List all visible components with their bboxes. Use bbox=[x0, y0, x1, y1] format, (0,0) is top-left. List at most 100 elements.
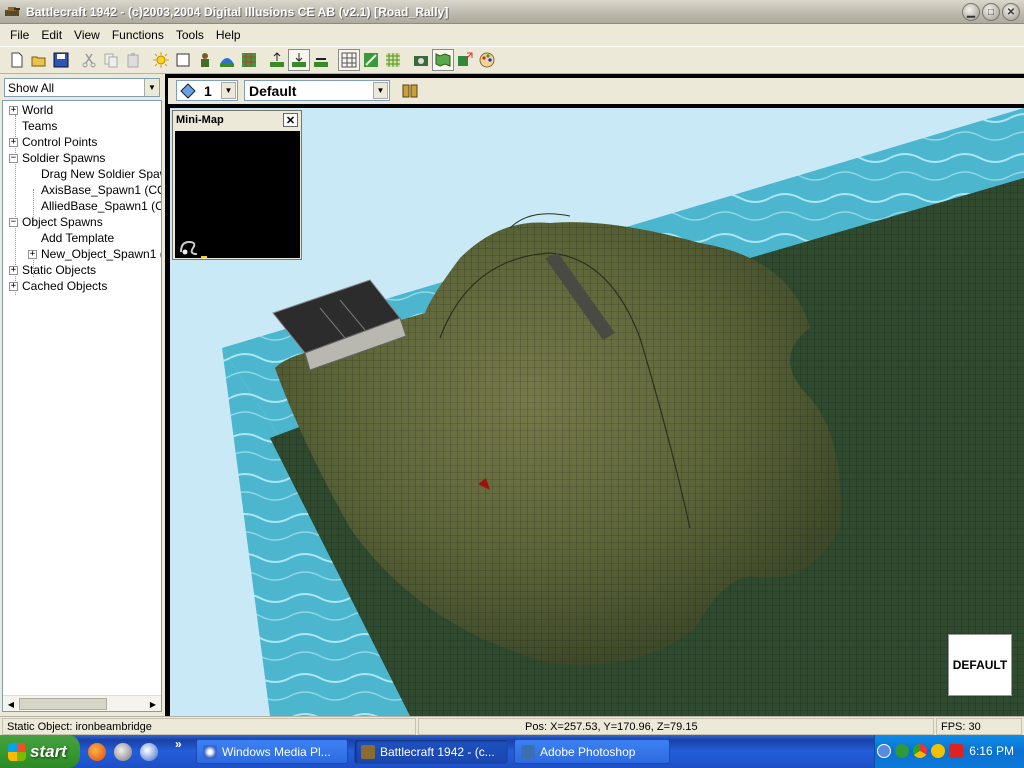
expand-icon[interactable]: + bbox=[28, 249, 37, 259]
camera-icon[interactable] bbox=[410, 49, 432, 71]
tree-horizontal-scrollbar[interactable]: ◀ ▶ bbox=[3, 695, 161, 711]
layer-value: 1 bbox=[204, 83, 212, 99]
cut-icon[interactable] bbox=[78, 49, 100, 71]
taskbar-item-label: Windows Media Pl... bbox=[222, 744, 331, 759]
terrain-raise-icon[interactable] bbox=[266, 49, 288, 71]
palette-icon[interactable] bbox=[476, 49, 498, 71]
menu-edit[interactable]: Edit bbox=[35, 28, 68, 42]
menu-help[interactable]: Help bbox=[210, 28, 247, 42]
menu-bar: File Edit View Functions Tools Help bbox=[0, 24, 1024, 46]
tree-item-static-objects[interactable]: + Static Objects bbox=[9, 262, 96, 278]
taskbar-item-windows-media-player[interactable]: Windows Media Pl... bbox=[196, 739, 348, 764]
chevron-down-icon[interactable]: ▼ bbox=[221, 82, 236, 99]
chrome-icon[interactable] bbox=[913, 744, 927, 758]
tree-item-soldier-spawns[interactable]: − Soldier Spawns bbox=[9, 150, 105, 166]
tree-filter-value: Show All bbox=[8, 80, 55, 95]
menu-view[interactable]: View bbox=[68, 28, 106, 42]
sky-icon[interactable] bbox=[216, 49, 238, 71]
maximize-button[interactable]: □ bbox=[982, 3, 1000, 21]
menu-file[interactable]: File bbox=[4, 28, 35, 42]
start-button[interactable]: start bbox=[0, 735, 80, 768]
start-label: start bbox=[30, 741, 67, 761]
preset-value: Default bbox=[249, 82, 297, 99]
tree-item-add-template[interactable]: Add Template bbox=[41, 230, 114, 246]
tree-item-object-spawns[interactable]: − Object Spawns bbox=[9, 214, 103, 230]
clock[interactable]: 6:16 PM bbox=[969, 744, 1014, 758]
minimize-button[interactable]: ▁ bbox=[962, 3, 980, 21]
copy-icon[interactable] bbox=[100, 49, 122, 71]
scene-tree-panel: Show All ▼ + World Teams + Control Point… bbox=[0, 74, 165, 716]
tree-filter-select[interactable]: Show All ▼ bbox=[4, 78, 160, 97]
expand-icon[interactable]: + bbox=[9, 265, 18, 275]
menu-functions[interactable]: Functions bbox=[106, 28, 170, 42]
tree-item-drag-new-soldier-spawn[interactable]: Drag New Soldier Spaw bbox=[41, 166, 162, 182]
chevron-down-icon[interactable]: ▼ bbox=[144, 79, 159, 96]
soldier-icon[interactable] bbox=[194, 49, 216, 71]
expand-icon[interactable]: + bbox=[9, 105, 18, 115]
status-position: Pos: X=257.53, Y=170.96, Z=79.15 bbox=[418, 718, 934, 735]
tree-item-teams[interactable]: Teams bbox=[22, 118, 57, 134]
battlecraft-app-icon bbox=[361, 744, 375, 759]
taskbar-item-adobe-photoshop[interactable]: Adobe Photoshop bbox=[514, 739, 670, 764]
tree-item-alliedbase-spawn1[interactable]: AlliedBase_Spawn1 (CQ bbox=[41, 198, 161, 214]
minimap-canvas[interactable] bbox=[175, 131, 300, 258]
tree-item-label: New_Object_Spawn1 (C bbox=[41, 247, 162, 261]
grid-color-icon[interactable] bbox=[238, 49, 260, 71]
tree-item-label: Drag New Soldier Spaw bbox=[41, 167, 162, 181]
status-selected-object: Static Object: ironbeambridge bbox=[2, 718, 416, 735]
scrollbar-thumb[interactable] bbox=[19, 698, 107, 710]
grid-fine-icon[interactable] bbox=[382, 49, 404, 71]
open-icon[interactable] bbox=[28, 49, 50, 71]
chevron-down-icon[interactable]: ▼ bbox=[373, 82, 388, 99]
layer-select[interactable]: 1 ▼ bbox=[176, 80, 238, 101]
collapse-icon[interactable]: − bbox=[9, 217, 18, 227]
zone-alarm-icon[interactable] bbox=[949, 744, 963, 758]
security-icon[interactable] bbox=[931, 744, 945, 758]
media-player-icon[interactable] bbox=[140, 743, 158, 761]
expand-icon[interactable]: + bbox=[9, 137, 18, 147]
tree-item-label: Static Objects bbox=[22, 263, 97, 277]
status-fps: FPS: 30 bbox=[936, 718, 1022, 735]
view-toolbar: 1 ▼ Default ▼ bbox=[168, 78, 1024, 104]
menu-tools[interactable]: Tools bbox=[170, 28, 210, 42]
save-icon[interactable] bbox=[50, 49, 72, 71]
scroll-left-icon[interactable]: ◀ bbox=[4, 697, 18, 711]
collapse-icon[interactable]: − bbox=[9, 153, 18, 163]
new-icon[interactable] bbox=[6, 49, 28, 71]
tree-item-axisbase-spawn1[interactable]: AxisBase_Spawn1 (CQ,1 bbox=[41, 182, 161, 198]
layer-icon bbox=[180, 83, 196, 99]
tray-expand-icon[interactable] bbox=[877, 744, 891, 758]
close-button[interactable]: ✕ bbox=[1002, 3, 1020, 21]
expand-icon[interactable]: + bbox=[9, 281, 18, 291]
terrain-flatten-icon[interactable] bbox=[310, 49, 332, 71]
system-tray: 6:16 PM bbox=[874, 735, 1024, 768]
paste-icon[interactable] bbox=[122, 49, 144, 71]
terrain-paint-icon[interactable] bbox=[360, 49, 382, 71]
firefox-icon[interactable] bbox=[88, 743, 106, 761]
book-icon[interactable] bbox=[400, 81, 420, 101]
taskbar-item-label: Adobe Photoshop bbox=[540, 744, 636, 759]
battlecraft-app-icon[interactable] bbox=[4, 4, 20, 20]
minimap-panel[interactable]: Mini-Map ✕ bbox=[172, 110, 302, 260]
tree-item-label: Control Points bbox=[22, 135, 98, 149]
scroll-right-icon[interactable]: ▶ bbox=[146, 697, 160, 711]
tree-item-control-points[interactable]: + Control Points bbox=[9, 134, 97, 150]
tree-item-new-object-spawn1[interactable]: + New_Object_Spawn1 (C bbox=[28, 246, 162, 262]
export-icon[interactable] bbox=[454, 49, 476, 71]
terrain-lower-icon[interactable] bbox=[288, 49, 310, 71]
sun-icon[interactable] bbox=[150, 49, 172, 71]
tree-item-world[interactable]: + World bbox=[9, 102, 53, 118]
box-icon[interactable] bbox=[172, 49, 194, 71]
grid-icon[interactable] bbox=[338, 49, 360, 71]
tree-item-cached-objects[interactable]: + Cached Objects bbox=[9, 278, 107, 294]
map-icon[interactable] bbox=[432, 49, 454, 71]
explorer-icon[interactable] bbox=[114, 743, 132, 761]
main-toolbar bbox=[0, 46, 1024, 74]
taskbar-item-battlecraft[interactable]: Battlecraft 1942 - (c... bbox=[354, 739, 508, 764]
network-icon[interactable] bbox=[895, 744, 909, 758]
quicklaunch-chevron[interactable]: » bbox=[175, 737, 182, 751]
taskbar-item-label: Battlecraft 1942 - (c... bbox=[380, 744, 495, 759]
preset-select[interactable]: Default ▼ bbox=[244, 80, 390, 101]
tree-item-label: Object Spawns bbox=[22, 215, 103, 229]
close-icon[interactable]: ✕ bbox=[283, 113, 298, 127]
